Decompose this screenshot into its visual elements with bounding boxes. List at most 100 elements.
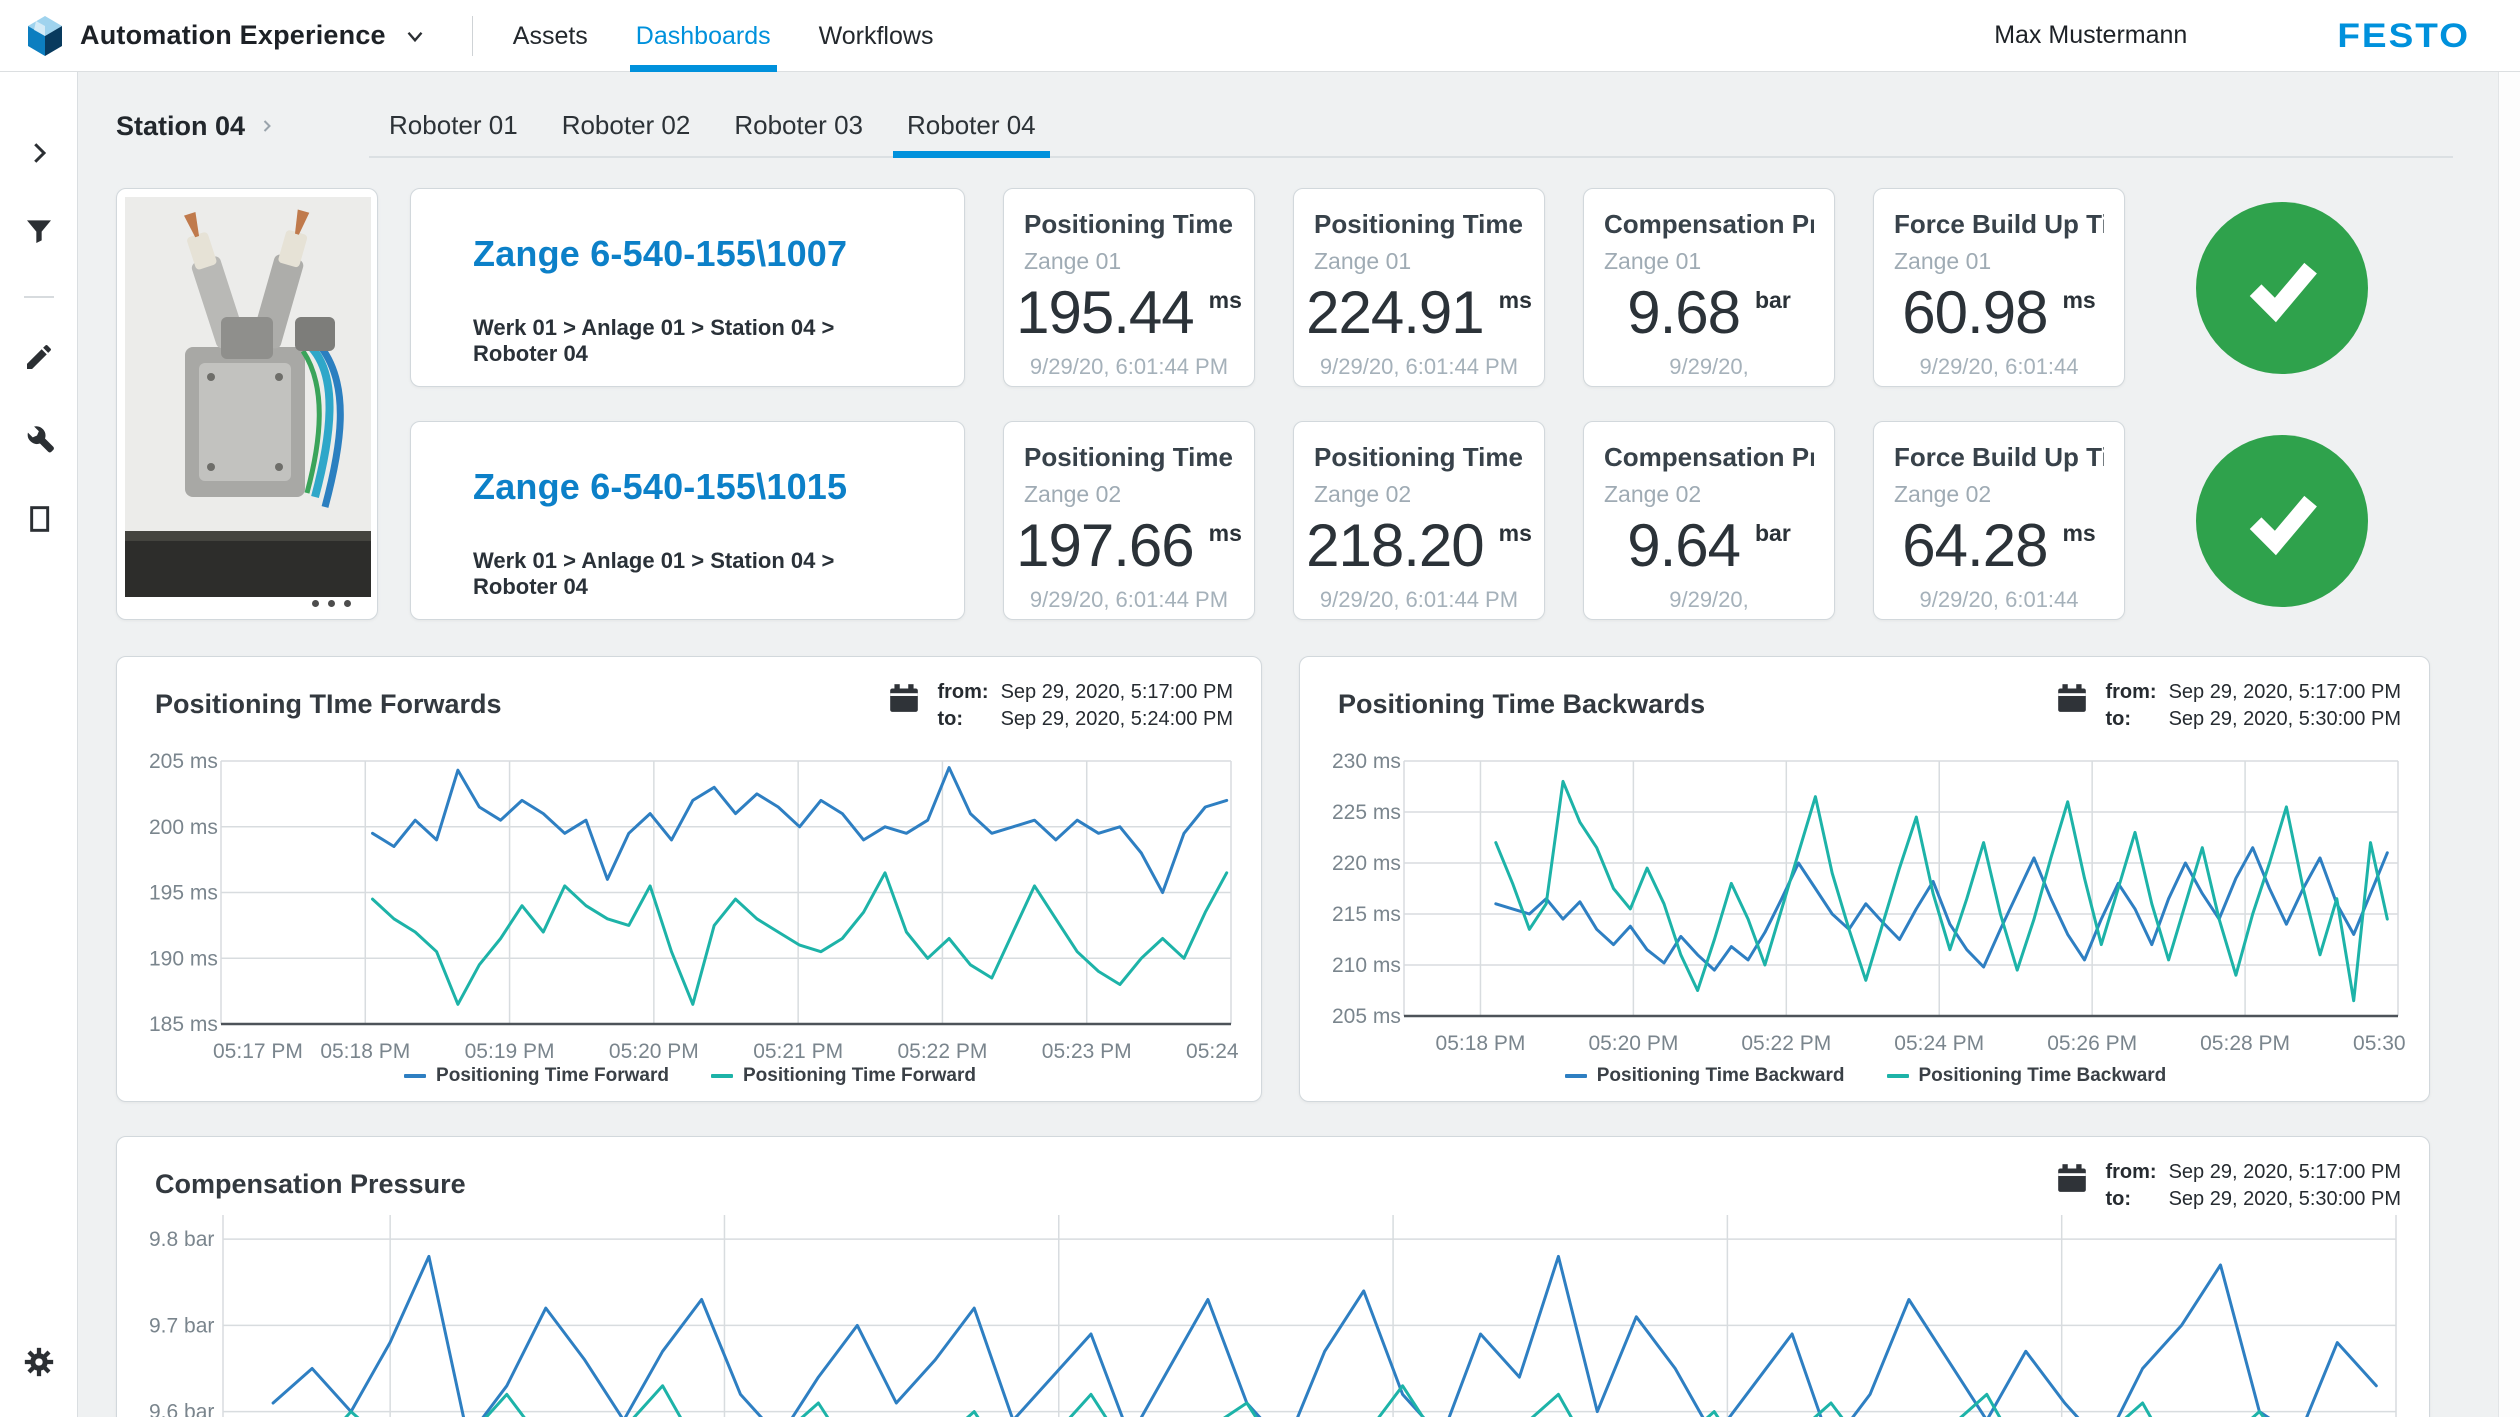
device-icon[interactable] — [20, 500, 58, 538]
range-from-label: from: — [2105, 681, 2156, 704]
check-circle-icon — [2196, 202, 2368, 374]
tab-roboter-03[interactable]: Roboter 03 — [714, 94, 883, 156]
kpi-unit: bar — [1755, 287, 1791, 314]
expand-chevron-right-icon[interactable] — [20, 134, 58, 172]
kpi-value: 9.68 — [1627, 283, 1740, 343]
app-title[interactable]: Automation Experience — [80, 20, 386, 51]
asset-card[interactable]: Zange 6-540-155\1007 Werk 01 > Anlage 01… — [410, 188, 965, 387]
svg-text:200 ms: 200 ms — [149, 816, 218, 839]
breadcrumb-label: Station 04 — [116, 111, 245, 142]
legend-label: Positioning Time Backward — [1597, 1065, 1845, 1087]
app-logo-icon[interactable] — [26, 16, 64, 56]
date-range-picker[interactable]: from: Sep 29, 2020, 5:17:00 PM to: Sep 2… — [2055, 1161, 2401, 1211]
calendar-icon — [2055, 681, 2089, 715]
chart-card-compensation-pressure: Compensation Pressure from: Sep 29, 2020… — [116, 1136, 2430, 1417]
kpi-timestamp: 9/29/20, 6:01:44 PM — [1910, 352, 2088, 387]
asset-photo-card — [116, 188, 378, 620]
kpi-tile: Compensation Pressure Zange 02 9.64bar 9… — [1583, 421, 1835, 620]
settings-gear-icon[interactable] — [20, 1343, 58, 1381]
chevron-down-icon[interactable] — [402, 23, 428, 49]
kpi-value: 224.91 — [1306, 283, 1484, 343]
svg-text:185 ms: 185 ms — [149, 1013, 218, 1036]
line-chart-canvas: 205 ms200 ms195 ms190 ms185 ms05:17 PM05… — [143, 735, 1239, 1065]
kpi-value: 197.66 — [1016, 516, 1194, 576]
svg-text:05:20 PM: 05:20 PM — [609, 1040, 699, 1063]
chart-legend: Positioning Time Forward Positioning Tim… — [143, 1065, 1237, 1087]
asset-path: Werk 01 > Anlage 01 > Station 04 > Robot… — [473, 315, 908, 367]
nav-item-assets[interactable]: Assets — [513, 0, 588, 72]
legend-dash — [711, 1074, 733, 1078]
legend-label: Positioning Time Forward — [743, 1065, 976, 1087]
chart-card-positioning-forwards: Positioning TIme Forwards from: Sep 29, … — [116, 656, 1262, 1102]
svg-text:205 ms: 205 ms — [149, 750, 218, 773]
legend-dash — [1887, 1074, 1909, 1078]
range-to-label: to: — [2105, 1188, 2156, 1211]
svg-text:230 ms: 230 ms — [1332, 750, 1401, 773]
kpi-unit: ms — [1499, 287, 1532, 314]
kpi-tile: Force Build Up Time Zange 02 64.28ms 9/2… — [1873, 421, 2125, 620]
dashboard-main: Station 04 Roboter 01 Roboter 02 Roboter… — [78, 0, 2520, 1417]
kpi-subtitle: Zange 02 — [1024, 481, 1234, 508]
asset-card[interactable]: Zange 6-540-155\1015 Werk 01 > Anlage 01… — [410, 421, 965, 620]
chart-title: Compensation Pressure — [155, 1169, 466, 1200]
asset-title[interactable]: Zange 6-540-155\1007 — [473, 233, 908, 275]
nav-item-workflows[interactable]: Workflows — [819, 0, 934, 72]
svg-text:05:20 PM: 05:20 PM — [1588, 1032, 1678, 1055]
chart-card-positioning-backwards: Positioning Time Backwards from: Sep 29,… — [1299, 656, 2430, 1102]
chart-legend: Positioning Time Backward Positioning Ti… — [1326, 1065, 2405, 1087]
kpi-title: Positioning Time Backward — [1314, 442, 1524, 473]
breadcrumb-row: Station 04 Roboter 01 Roboter 02 Roboter… — [116, 94, 2520, 158]
asset-title[interactable]: Zange 6-540-155\1015 — [473, 466, 908, 508]
legend-dash — [1565, 1074, 1587, 1078]
nav-divider — [472, 16, 473, 56]
svg-text:210 ms: 210 ms — [1332, 954, 1401, 977]
nav-item-dashboards[interactable]: Dashboards — [636, 0, 771, 72]
kpi-unit: ms — [2062, 287, 2095, 314]
robot-tabs: Roboter 01 Roboter 02 Roboter 03 Roboter… — [369, 94, 2453, 158]
range-to-label: to: — [937, 708, 988, 731]
svg-text:205 ms: 205 ms — [1332, 1005, 1401, 1028]
carousel-dots[interactable] — [312, 600, 351, 607]
svg-text:05:22 PM: 05:22 PM — [897, 1040, 987, 1063]
sidebar-divider — [24, 296, 54, 298]
svg-text:195 ms: 195 ms — [149, 882, 218, 905]
user-name[interactable]: Max Mustermann — [1994, 21, 2187, 50]
calendar-icon — [887, 681, 921, 715]
kpi-subtitle: Zange 02 — [1314, 481, 1524, 508]
main-nav: Assets Dashboards Workflows — [513, 0, 982, 72]
svg-text:190 ms: 190 ms — [149, 947, 218, 970]
tab-roboter-01[interactable]: Roboter 01 — [369, 94, 538, 156]
scrollbar[interactable] — [2498, 72, 2520, 1417]
kpi-title: Positioning Time Backward — [1314, 209, 1524, 240]
kpi-value: 9.64 — [1627, 516, 1740, 576]
date-range-picker[interactable]: from: Sep 29, 2020, 5:17:00 PM to: Sep 2… — [887, 681, 1233, 731]
tab-roboter-02[interactable]: Roboter 02 — [542, 94, 711, 156]
kpi-unit: ms — [1209, 287, 1242, 314]
chart-title: Positioning TIme Forwards — [155, 689, 502, 720]
range-from-value: Sep 29, 2020, 5:17:00 PM — [2169, 681, 2401, 704]
svg-text:215 ms: 215 ms — [1332, 903, 1401, 926]
calendar-icon — [2055, 1161, 2089, 1195]
svg-text:05:24 PM: 05:24 PM — [1186, 1040, 1239, 1063]
kpi-tile: Positioning Time Backward Zange 02 218.2… — [1293, 421, 1545, 620]
kpi-timestamp: 9/29/20, 6:01:44 PM — [1004, 352, 1254, 382]
line-chart-canvas: 9.8 bar9.7 bar9.6 bar9.5 bar05:18 PM05:2… — [143, 1215, 2405, 1417]
kpi-unit: ms — [2062, 520, 2095, 547]
kpi-tile: Force Build Up Time Zange 01 60.98ms 9/2… — [1873, 188, 2125, 387]
pencil-icon[interactable] — [20, 338, 58, 376]
breadcrumb[interactable]: Station 04 — [116, 94, 277, 158]
tab-roboter-04[interactable]: Roboter 04 — [887, 94, 1056, 156]
svg-text:05:24 PM: 05:24 PM — [1894, 1032, 1984, 1055]
svg-text:05:30 PM: 05:30 PM — [2353, 1032, 2407, 1055]
wrench-icon[interactable] — [20, 418, 58, 456]
legend-dash — [404, 1074, 426, 1078]
range-to-value: Sep 29, 2020, 5:24:00 PM — [1001, 708, 1233, 731]
svg-text:9.6 bar: 9.6 bar — [149, 1401, 214, 1417]
date-range-picker[interactable]: from: Sep 29, 2020, 5:17:00 PM to: Sep 2… — [2055, 681, 2401, 731]
range-from-value: Sep 29, 2020, 5:17:00 PM — [2169, 1161, 2401, 1184]
filter-icon[interactable] — [20, 212, 58, 250]
asset-row-zange-1015: Zange 6-540-155\1015 Werk 01 > Anlage 01… — [410, 421, 2430, 620]
kpi-timestamp: 9/29/20, 6:01:44 PM — [1655, 352, 1763, 387]
kpi-title: Compensation Pressure — [1604, 209, 1814, 240]
svg-text:9.8 bar: 9.8 bar — [149, 1228, 214, 1251]
